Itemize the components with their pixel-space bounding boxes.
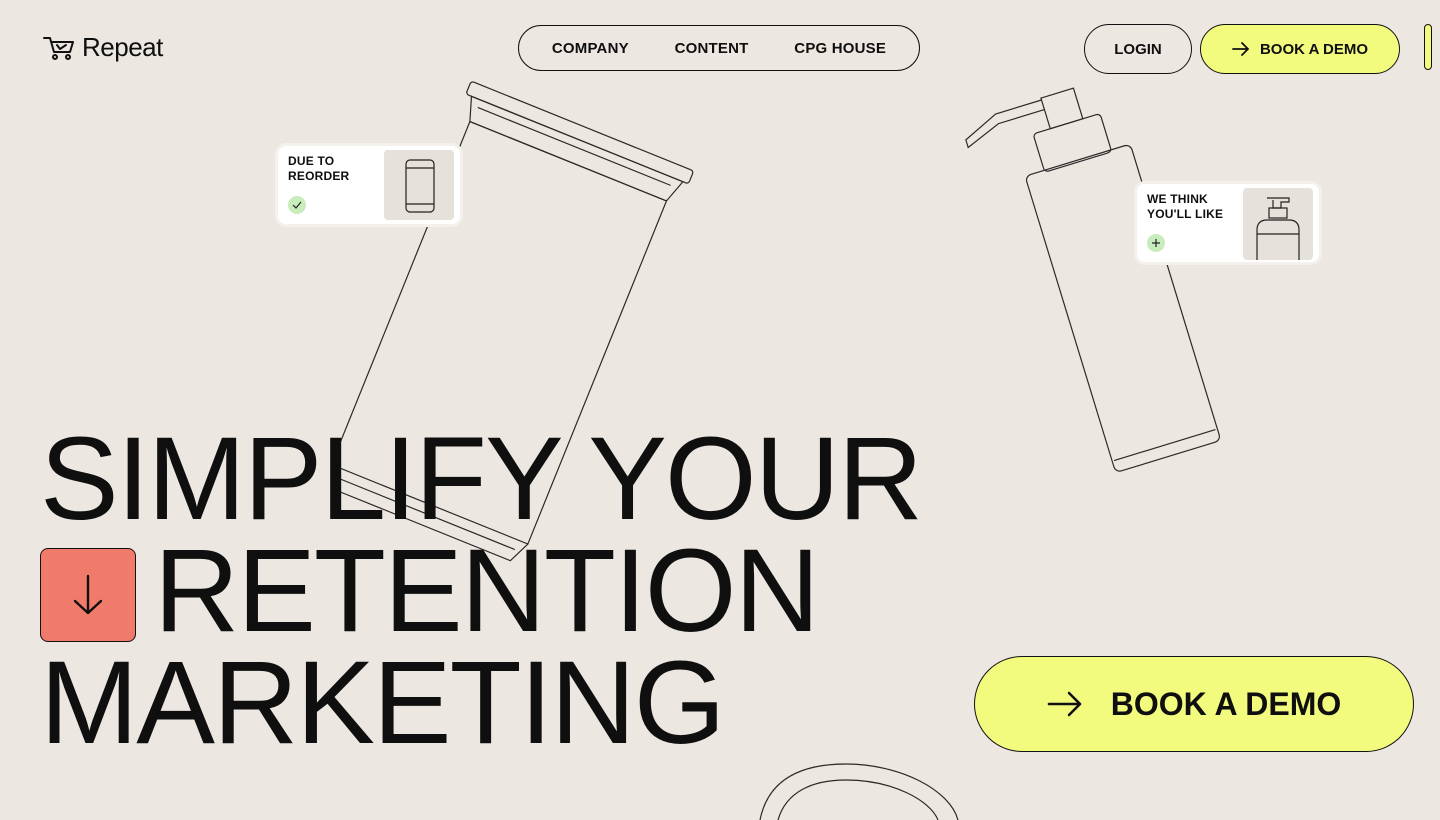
book-demo-button-header[interactable]: BOOK A DEMO bbox=[1200, 24, 1400, 74]
book-demo-label: BOOK A DEMO bbox=[1110, 685, 1342, 722]
login-button[interactable]: LOGIN bbox=[1084, 24, 1192, 74]
check-icon bbox=[288, 196, 306, 214]
hero-headline-line-1: SIMPLIFY YOUR bbox=[40, 413, 923, 545]
we-think-youll-like-card[interactable]: WE THINK YOU'LL LIKE bbox=[1137, 184, 1319, 262]
main-nav: COMPANY CONTENT CPG HOUSE bbox=[518, 25, 920, 71]
can-icon bbox=[384, 150, 454, 220]
book-demo-button-hero[interactable]: BOOK A DEMO bbox=[974, 656, 1414, 752]
pump-bottle-icon bbox=[1243, 188, 1313, 260]
card-label: WE THINK YOU'LL LIKE bbox=[1147, 192, 1224, 221]
brand-logo[interactable]: Repeat bbox=[42, 32, 163, 63]
jar-illustration bbox=[759, 763, 959, 820]
pump-bottle-illustration bbox=[965, 87, 1220, 472]
nav-cpg-house[interactable]: CPG HOUSE bbox=[794, 40, 886, 57]
brand-name: Repeat bbox=[82, 32, 163, 62]
hero-headline-line-3: MARKETING bbox=[40, 637, 725, 769]
hero-headline-line-2: RETENTION bbox=[154, 525, 820, 657]
arrow-right-icon bbox=[1047, 691, 1082, 717]
card-label: DUE TO REORDER bbox=[288, 154, 350, 183]
nav-company[interactable]: COMPANY bbox=[552, 40, 629, 57]
plus-icon bbox=[1147, 234, 1165, 252]
arrow-down-icon bbox=[73, 574, 103, 615]
scroll-indicator[interactable] bbox=[1424, 24, 1432, 70]
nav-content[interactable]: CONTENT bbox=[675, 40, 749, 57]
arrow-right-icon bbox=[1232, 42, 1250, 56]
due-to-reorder-card[interactable]: DUE TO REORDER bbox=[278, 146, 460, 224]
scroll-down-button[interactable] bbox=[40, 548, 136, 642]
cart-logo-icon bbox=[43, 36, 74, 60]
book-demo-label: BOOK A DEMO bbox=[1259, 40, 1369, 58]
